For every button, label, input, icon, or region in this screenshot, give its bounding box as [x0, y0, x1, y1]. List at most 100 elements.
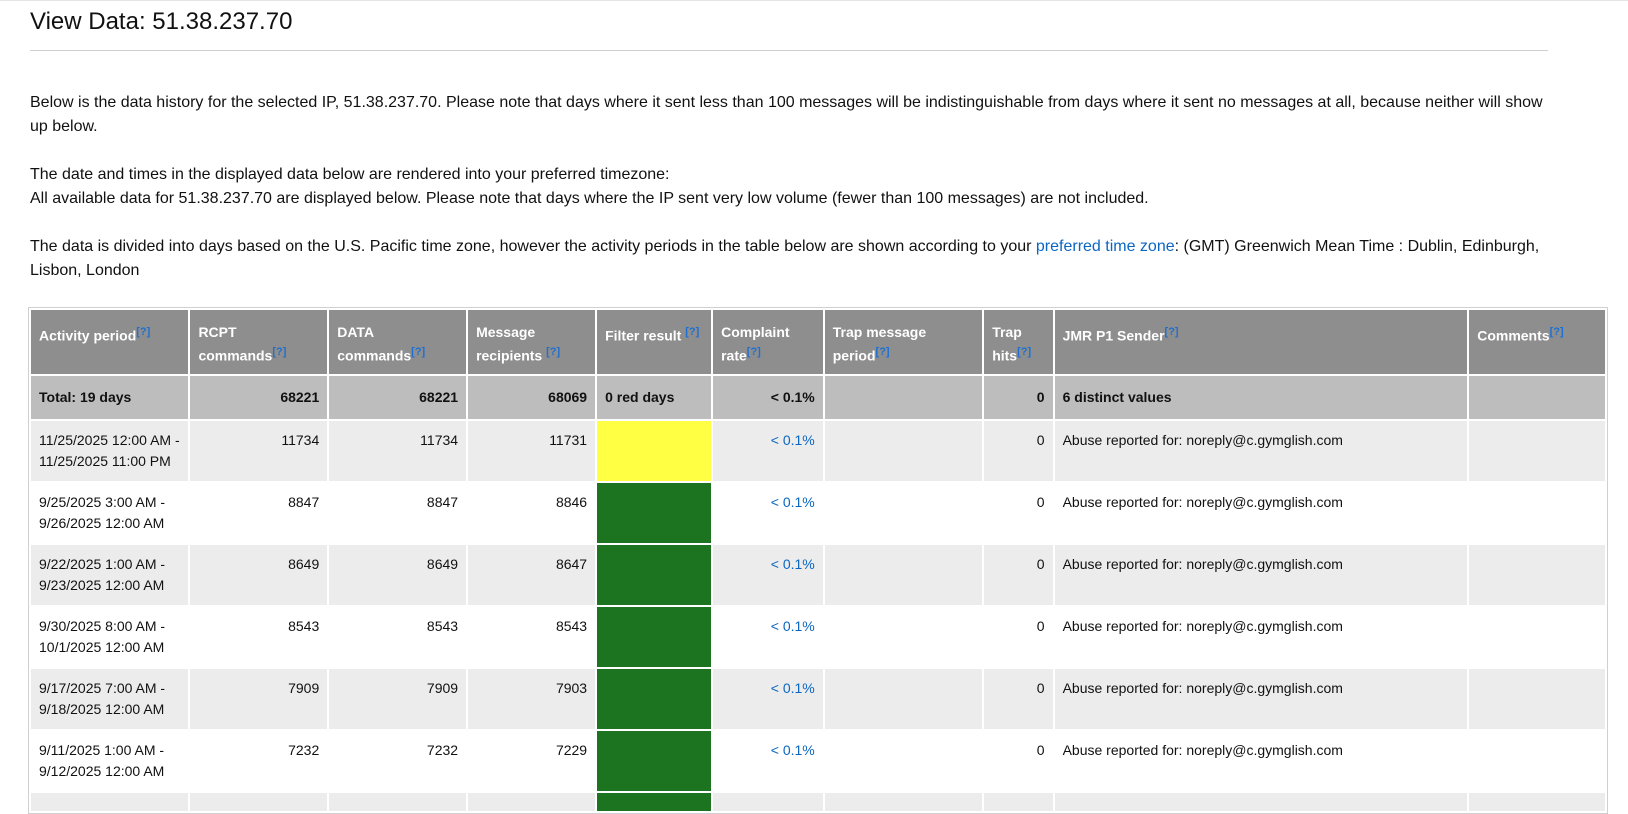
activity-period-cell: 9/25/2025 3:00 AM - 9/26/2025 12:00 AM: [31, 482, 189, 543]
data-cell: 7909: [329, 668, 467, 729]
trap-period-cell: [824, 730, 983, 791]
trap-period-cell: [824, 606, 983, 667]
help-link[interactable]: [?]: [1550, 326, 1564, 338]
rcpt-cell: [190, 792, 328, 811]
help-link[interactable]: [?]: [1017, 346, 1031, 358]
timezone-text-pre: The data is divided into days based on t…: [30, 238, 1036, 255]
filter-result-cell: [597, 792, 712, 811]
help-link[interactable]: [?]: [136, 326, 150, 338]
total-activity: Total: 19 days: [31, 375, 189, 419]
data-cell: [329, 792, 467, 811]
page-title: View Data: 51.38.237.70: [30, 0, 1548, 51]
total-trap-hits: 0: [984, 375, 1053, 419]
jmr-sender-cell: Abuse reported for: noreply@c.gymglish.c…: [1054, 544, 1468, 605]
comments-cell: [1469, 792, 1605, 811]
table-header-row: Activity period[?] RCPT commands[?] DATA…: [31, 310, 1605, 374]
trap-hits-cell: 0: [984, 420, 1053, 481]
table-row: [31, 792, 1605, 811]
col-comments: Comments[?]: [1469, 310, 1605, 374]
help-link[interactable]: [?]: [1165, 326, 1179, 338]
filter-result-cell: [597, 730, 712, 791]
trap-hits-cell: 0: [984, 544, 1053, 605]
col-message-recipients: Message recipients [?]: [468, 310, 596, 374]
preferred-time-zone-link[interactable]: preferred time zone: [1036, 238, 1175, 255]
complaint-rate-link[interactable]: [713, 792, 823, 811]
trap-hits-cell: [984, 792, 1053, 811]
rcpt-cell: 7232: [190, 730, 328, 791]
jmr-sender-cell: Abuse reported for: noreply@c.gymglish.c…: [1054, 730, 1468, 791]
trap-hits-cell: 0: [984, 730, 1053, 791]
data-cell: 8847: [329, 482, 467, 543]
trap-period-cell: [824, 668, 983, 729]
rcpt-cell: 8543: [190, 606, 328, 667]
complaint-rate-link[interactable]: < 0.1%: [713, 420, 823, 481]
total-recipients: 68069: [468, 375, 596, 419]
rcpt-cell: 11734: [190, 420, 328, 481]
trap-period-cell: [824, 420, 983, 481]
data-cell: 7232: [329, 730, 467, 791]
timezone-line-2: All available data for 51.38.237.70 are …: [30, 190, 1149, 207]
recipients-cell: 8647: [468, 544, 596, 605]
filter-result-cell: [597, 606, 712, 667]
help-link[interactable]: [?]: [546, 346, 560, 358]
jmr-sender-cell: Abuse reported for: noreply@c.gymglish.c…: [1054, 668, 1468, 729]
recipients-cell: 7229: [468, 730, 596, 791]
activity-period-cell: 9/17/2025 7:00 AM - 9/18/2025 12:00 AM: [31, 668, 189, 729]
filter-result-cell: [597, 668, 712, 729]
jmr-sender-cell: Abuse reported for: noreply@c.gymglish.c…: [1054, 420, 1468, 481]
table-row: 9/30/2025 8:00 AM - 10/1/2025 12:00 AM 85…: [31, 606, 1605, 667]
total-row: Total: 19 days 68221 68221 68069 0 red d…: [31, 375, 1605, 419]
col-data-commands: DATA commands[?]: [329, 310, 467, 374]
complaint-rate-link[interactable]: < 0.1%: [713, 544, 823, 605]
trap-period-cell: [824, 544, 983, 605]
table-row: 9/25/2025 3:00 AM - 9/26/2025 12:00 AM 88…: [31, 482, 1605, 543]
table-row: 9/17/2025 7:00 AM - 9/18/2025 12:00 AM 79…: [31, 668, 1605, 729]
table-row: 11/25/2025 12:00 AM - 11/25/2025 11:00 P…: [31, 420, 1605, 481]
top-divider: [0, 0, 1628, 1]
comments-cell: [1469, 730, 1605, 791]
complaint-rate-link[interactable]: < 0.1%: [713, 606, 823, 667]
col-complaint-rate: Complaint rate[?]: [713, 310, 823, 374]
help-link[interactable]: [?]: [747, 346, 761, 358]
help-link[interactable]: [?]: [272, 346, 286, 358]
complaint-rate-link[interactable]: < 0.1%: [713, 668, 823, 729]
intro-paragraph: Below is the data history for the select…: [30, 94, 1543, 135]
help-link[interactable]: [?]: [876, 346, 890, 358]
timezone-line-1: The date and times in the displayed data…: [30, 166, 670, 183]
recipients-cell: 7903: [468, 668, 596, 729]
comments-cell: [1469, 668, 1605, 729]
filter-result-cell: [597, 420, 712, 481]
comments-cell: [1469, 420, 1605, 481]
col-trap-hits: Trap hits[?]: [984, 310, 1053, 374]
col-activity-period: Activity period[?]: [31, 310, 189, 374]
activity-period-cell: 9/11/2025 1:00 AM - 9/12/2025 12:00 AM: [31, 730, 189, 791]
recipients-cell: 11731: [468, 420, 596, 481]
total-data: 68221: [329, 375, 467, 419]
col-jmr-p1-sender: JMR P1 Sender[?]: [1054, 310, 1468, 374]
col-trap-message-period: Trap message period[?]: [824, 310, 983, 374]
comments-cell: [1469, 544, 1605, 605]
jmr-sender-cell: [1054, 792, 1468, 811]
trap-period-cell: [824, 792, 983, 811]
view-data-page: View Data: 51.38.237.70 Below is the dat…: [0, 0, 1608, 814]
timezone-paragraph: The data is divided into days based on t…: [30, 235, 1548, 283]
complaint-rate-link[interactable]: < 0.1%: [713, 482, 823, 543]
total-trap-period: [824, 375, 983, 419]
total-complaint: < 0.1%: [713, 375, 823, 419]
complaint-rate-link[interactable]: < 0.1%: [713, 730, 823, 791]
rcpt-cell: 8649: [190, 544, 328, 605]
activity-period-cell: 9/22/2025 1:00 AM - 9/23/2025 12:00 AM: [31, 544, 189, 605]
data-cell: 8649: [329, 544, 467, 605]
rcpt-cell: 7909: [190, 668, 328, 729]
jmr-sender-cell: Abuse reported for: noreply@c.gymglish.c…: [1054, 482, 1468, 543]
help-link[interactable]: [?]: [685, 326, 699, 338]
data-cell: 8543: [329, 606, 467, 667]
table-row: 9/11/2025 1:00 AM - 9/12/2025 12:00 AM 72…: [31, 730, 1605, 791]
col-rcpt-commands: RCPT commands[?]: [190, 310, 328, 374]
help-link[interactable]: [?]: [411, 346, 425, 358]
recipients-cell: 8846: [468, 482, 596, 543]
rcpt-cell: 8847: [190, 482, 328, 543]
ip-data-table: Activity period[?] RCPT commands[?] DATA…: [28, 307, 1608, 814]
total-rcpt: 68221: [190, 375, 328, 419]
recipients-cell: 8543: [468, 606, 596, 667]
